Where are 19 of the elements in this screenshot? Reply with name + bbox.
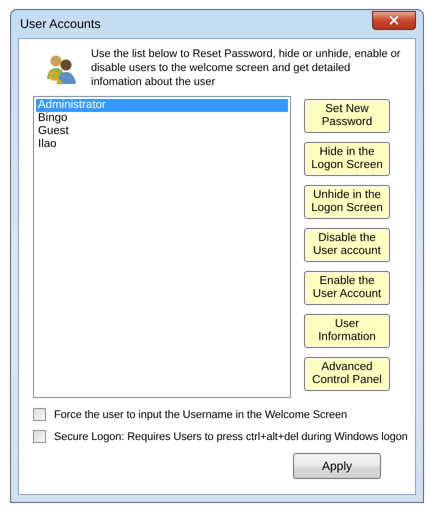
action-button[interactable]: Unhide in the Logon Screen xyxy=(304,185,390,219)
action-button[interactable]: Advanced Control Panel xyxy=(304,357,390,391)
checkbox[interactable] xyxy=(33,408,46,421)
option-label: Secure Logon: Requires Users to press ctrl+alt+del during Windows logon xyxy=(54,430,408,442)
user-list-item[interactable]: Guest xyxy=(36,125,288,138)
apply-button[interactable]: Apply xyxy=(293,453,381,479)
user-list-item[interactable]: Ilao xyxy=(36,138,288,151)
action-button[interactable]: Set New Password xyxy=(304,99,390,133)
action-button[interactable]: User Information xyxy=(304,314,390,348)
close-button[interactable]: × xyxy=(372,10,416,30)
checkbox[interactable] xyxy=(33,430,46,443)
window-title: User Accounts xyxy=(19,17,101,31)
user-list-item[interactable]: Bingo xyxy=(36,112,288,125)
users-key-icon xyxy=(45,53,79,87)
action-button[interactable]: Enable the User Account xyxy=(304,271,390,305)
option-label: Force the user to input the Username in the Welcome Screen xyxy=(54,408,347,420)
description-text: Use the list below to Reset Password, hide or unhide, enable or disable users to the welcome screen and get detailed infomation about the user xyxy=(91,47,401,89)
action-button[interactable]: Hide in the Logon Screen xyxy=(304,142,390,176)
action-button[interactable]: Disable the User account xyxy=(304,228,390,262)
